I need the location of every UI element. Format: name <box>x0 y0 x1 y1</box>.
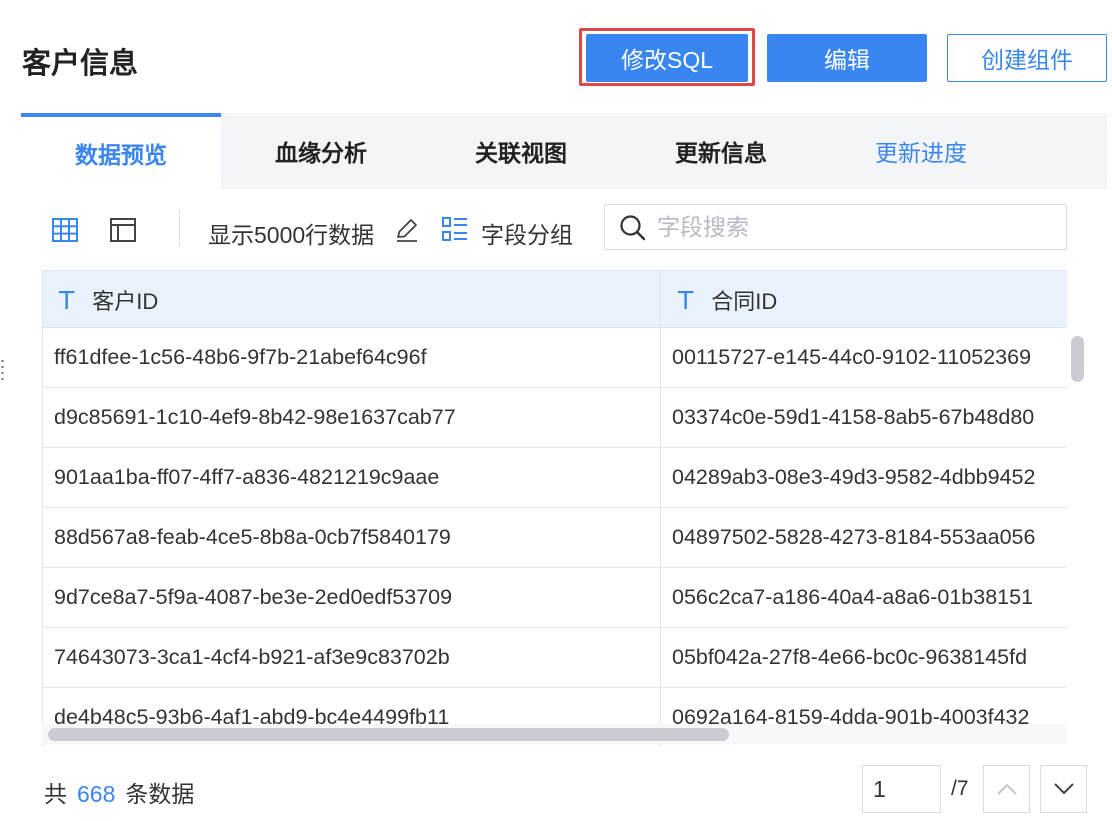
modify-sql-button[interactable]: 修改SQL <box>586 34 748 82</box>
column-header-label: 合同ID <box>711 289 778 314</box>
total-prefix: 共 <box>44 781 67 807</box>
text-type-icon: T <box>678 285 694 315</box>
horizontal-scrollbar-thumb[interactable] <box>48 728 729 741</box>
column-header-contract-id[interactable]: T 合同ID <box>678 271 777 329</box>
grid-view-icon[interactable] <box>52 218 78 242</box>
table-cell: 88d567a8-feab-4ce5-8b8a-0cb7f5840179 <box>54 525 451 549</box>
table-row[interactable]: 74643073-3ca1-4cf4-b921-af3e9c83702b 05b… <box>43 628 1067 688</box>
table-cell: 901aa1ba-ff07-4ff7-a836-4821219c9aae <box>54 465 440 489</box>
table-row[interactable]: 901aa1ba-ff07-4ff7-a836-4821219c9aae 042… <box>43 448 1067 508</box>
table-cell: 00115727-e145-44c0-9102-11052369 <box>672 345 1032 369</box>
toolbar: 显示5000行数据 字段分组 <box>21 189 1107 269</box>
tab-data-preview[interactable]: 数据预览 <box>21 113 221 189</box>
previous-page-button[interactable] <box>983 765 1030 813</box>
create-component-button[interactable]: 创建组件 <box>947 34 1107 82</box>
table-header-row: T 客户ID T 合同ID <box>43 270 1067 328</box>
field-search-input[interactable] <box>657 211 1057 243</box>
next-page-button[interactable] <box>1040 765 1087 813</box>
column-header-label: 客户ID <box>92 289 159 314</box>
pencil-icon[interactable] <box>394 217 420 243</box>
text-type-icon: T <box>59 285 75 315</box>
table-cell: 9d7ce8a7-5f9a-4087-be3e-2ed0edf53709 <box>54 585 453 609</box>
table-cell: 056c2ca7-a186-40a4-a8a6-01b38151 <box>672 585 1034 609</box>
table-cell: 03374c0e-59d1-4158-8ab5-67b48d80 <box>672 405 1035 429</box>
total-count: 668 <box>77 781 116 807</box>
table-cell: d9c85691-1c10-4ef9-8b42-98e1637cab77 <box>54 405 456 429</box>
tab-update-info[interactable]: 更新信息 <box>621 113 821 189</box>
table-cell: 05bf042a-27f8-4e66-bc0c-9638145fd <box>672 645 1028 669</box>
total-pages: /7 <box>951 777 969 800</box>
vertical-scrollbar[interactable] <box>1068 328 1087 728</box>
tab-update-progress[interactable]: 更新进度 <box>821 113 1021 189</box>
tab-lineage-analysis[interactable]: 血缘分析 <box>221 113 421 189</box>
field-search-box[interactable] <box>604 204 1067 250</box>
edit-button[interactable]: 编辑 <box>767 34 927 82</box>
vertical-scrollbar-thumb[interactable] <box>1071 336 1084 382</box>
column-header-customer-id[interactable]: T 客户ID <box>59 271 158 329</box>
customer-info-panel: 客户信息 修改SQL 编辑 创建组件 数据预览 血缘分析 关联视图 更新信息 更… <box>0 0 1112 821</box>
group-fields-label[interactable]: 字段分组 <box>481 216 573 250</box>
table-row[interactable]: ff61dfee-1c56-48b6-9f7b-21abef64c96f 001… <box>43 328 1067 388</box>
chevron-up-icon <box>996 783 1017 795</box>
table-row[interactable]: 88d567a8-feab-4ce5-8b8a-0cb7f5840179 048… <box>43 508 1067 568</box>
search-icon <box>620 215 646 241</box>
column-divider <box>660 270 661 746</box>
layout-view-icon[interactable] <box>110 218 136 242</box>
data-preview-table: T 客户ID T 合同ID ff61dfee-1c56-48b6-9f7b-21… <box>42 270 1067 746</box>
table-cell: ff61dfee-1c56-48b6-9f7b-21abef64c96f <box>54 345 427 369</box>
total-suffix: 条数据 <box>125 781 195 807</box>
table-cell: 04897502-5828-4273-8184-553aa056 <box>672 525 1036 549</box>
show-rows-label[interactable]: 显示5000行数据 <box>208 216 374 250</box>
table-row[interactable]: d9c85691-1c10-4ef9-8b42-98e1637cab77 033… <box>43 388 1067 448</box>
page-title: 客户信息 <box>22 48 139 80</box>
chevron-down-icon <box>1053 783 1074 795</box>
total-count-text: 共 668 条数据 <box>44 775 194 809</box>
page-number-input[interactable] <box>862 765 941 813</box>
table-cell: 04289ab3-08e3-49d3-9582-4dbb9452 <box>672 465 1036 489</box>
table-row[interactable]: 9d7ce8a7-5f9a-4087-be3e-2ed0edf53709 056… <box>43 568 1067 628</box>
drag-handle-icon[interactable] <box>1 358 4 382</box>
tab-bar: 数据预览 血缘分析 关联视图 更新信息 更新进度 <box>21 113 1107 189</box>
tab-related-views[interactable]: 关联视图 <box>421 113 621 189</box>
field-group-icon[interactable] <box>441 216 469 242</box>
table-cell: 74643073-3ca1-4cf4-b921-af3e9c83702b <box>54 645 450 669</box>
toolbar-divider <box>179 209 180 247</box>
